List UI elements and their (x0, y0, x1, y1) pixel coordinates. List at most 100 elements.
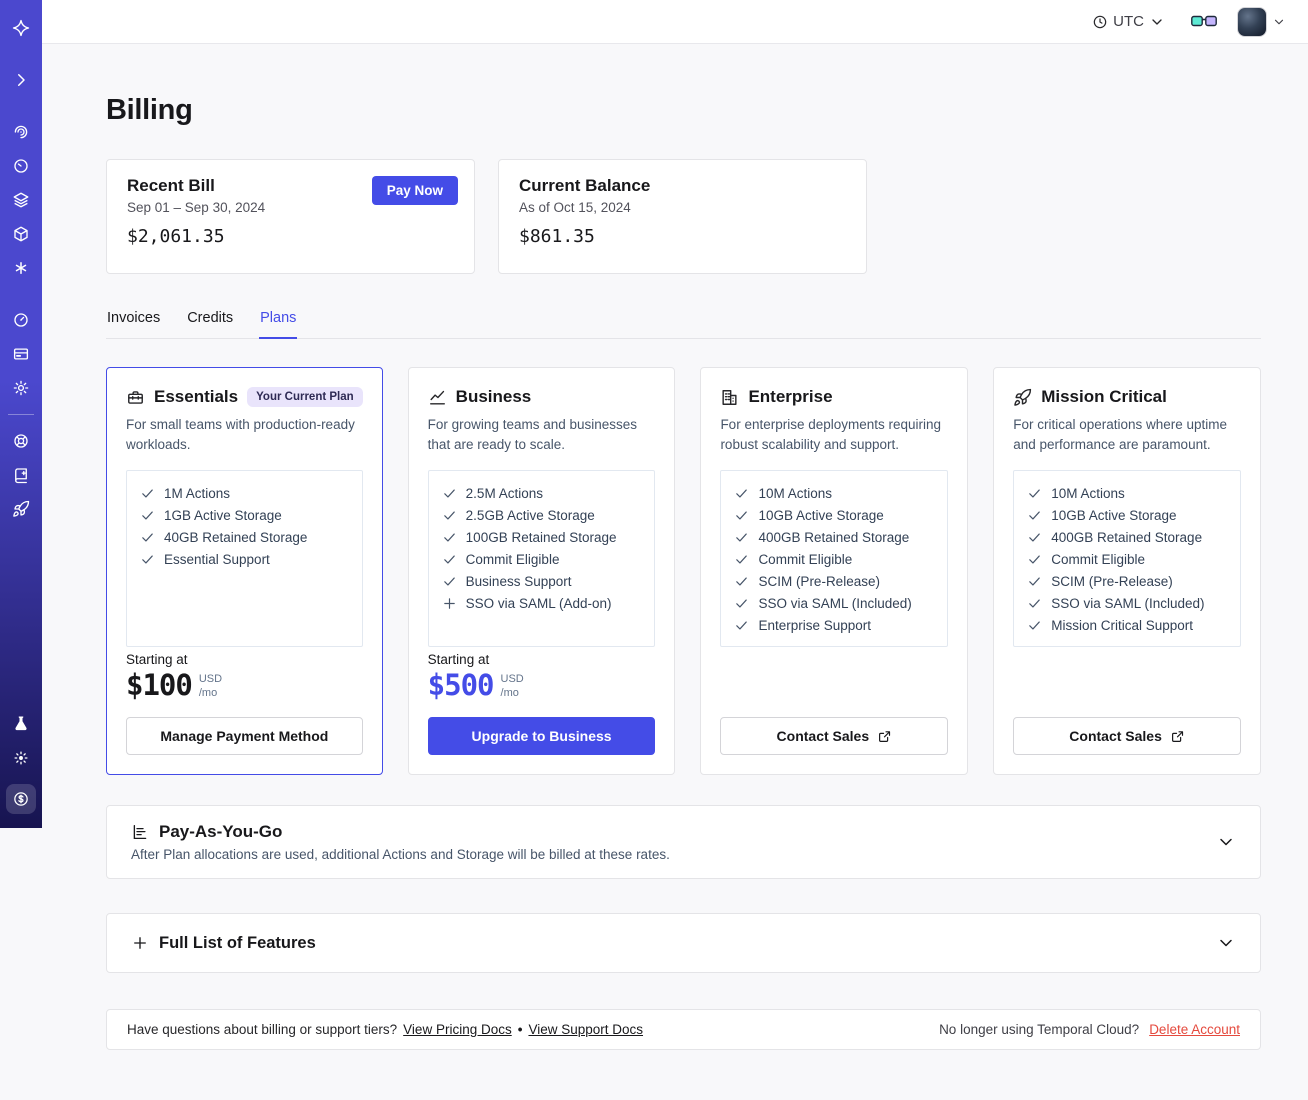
starting-at-label: Starting at (427, 652, 490, 667)
dollar-coin-icon[interactable] (6, 784, 36, 814)
nexus-star-icon[interactable] (7, 16, 35, 40)
rocket-icon (1014, 388, 1032, 406)
delete-account-link[interactable]: Delete Account (1149, 1022, 1240, 1037)
contact-sales-label: Contact Sales (776, 728, 870, 744)
billing-card-icon[interactable] (7, 342, 35, 366)
check-icon (1029, 599, 1040, 608)
feature-label: SSO via SAML (Included) (1051, 595, 1205, 611)
tab-plans[interactable]: Plans (259, 310, 298, 339)
sun-icon[interactable] (7, 746, 35, 770)
page-title: Billing (106, 94, 193, 126)
chevron-down-icon[interactable] (1216, 933, 1236, 953)
feature-label: 40GB Retained Storage (164, 529, 308, 545)
tab-credits[interactable]: Credits (186, 310, 234, 339)
upgrade-business-button[interactable]: Upgrade to Business (427, 717, 656, 755)
glasses-icon[interactable] (1191, 14, 1217, 29)
spiral-icon[interactable] (7, 120, 35, 144)
check-icon (142, 555, 153, 564)
summary-row: Recent Bill Sep 01 – Sep 30, 2024 $2,061… (106, 159, 1261, 274)
toolbox-icon (128, 390, 143, 404)
check-icon (142, 511, 153, 520)
contact-sales-button[interactable]: Contact Sales (1013, 717, 1241, 755)
manage-payment-button[interactable]: Manage Payment Method (126, 717, 363, 755)
plan-per: /mo (500, 687, 519, 700)
gear-icon[interactable] (7, 376, 35, 400)
gauge-icon[interactable] (7, 308, 35, 332)
check-icon (736, 511, 748, 520)
external-link-icon (879, 730, 891, 742)
tab-invoices[interactable]: Invoices (106, 310, 161, 339)
plan-description: For growing teams and businesses that ar… (427, 417, 638, 452)
cube-icon[interactable] (7, 222, 35, 246)
chart-line-icon (429, 390, 445, 405)
feature-label: 400GB Retained Storage (1051, 529, 1203, 545)
feature-label: 1M Actions (164, 485, 231, 501)
plan-name: Enterprise (748, 387, 833, 406)
plan-name: Business (455, 387, 532, 406)
timer-icon[interactable] (7, 154, 35, 178)
avatar[interactable] (1237, 6, 1267, 37)
check-icon (736, 489, 748, 498)
plan-name: Essentials (154, 387, 239, 406)
lifebuoy-icon[interactable] (7, 429, 35, 453)
layers-icon[interactable] (7, 188, 35, 212)
payg-accordion[interactable]: Pay-As-You-Go After Plan allocations are… (106, 805, 1261, 879)
chevron-right-icon[interactable] (7, 68, 35, 92)
book-icon[interactable] (7, 463, 35, 487)
timezone-selector[interactable]: UTC (1092, 13, 1165, 30)
feature-label: 100GB Retained Storage (465, 529, 617, 545)
feature-label: Business Support (465, 573, 572, 589)
feature-label: SCIM (Pre-Release) (1051, 573, 1173, 589)
feature-label: Mission Critical Support (1051, 617, 1194, 633)
check-icon (736, 577, 748, 586)
support-docs-link[interactable]: View Support Docs (528, 1022, 643, 1037)
check-icon (1029, 533, 1040, 542)
feature-list: 2.5M Actions 2.5GB Active Storage 100GB … (427, 469, 656, 647)
feature-label: SSO via SAML (Add-on) (465, 595, 612, 611)
pricing-docs-link[interactable]: View Pricing Docs (403, 1022, 512, 1037)
chevron-down-icon[interactable] (1216, 832, 1236, 852)
payg-subtitle: After Plan allocations are used, additio… (131, 847, 670, 862)
plans-grid: Essentials Your Current Plan For small t… (106, 367, 1261, 775)
full-features-title: Full List of Features (159, 933, 316, 952)
feature-list: 10M Actions 10GB Active Storage 400GB Re… (720, 469, 949, 647)
check-icon (443, 511, 455, 520)
plan-currency: USD (500, 673, 524, 685)
rocket-icon[interactable] (7, 497, 35, 521)
plan-card-essentials: Essentials Your Current Plan For small t… (106, 367, 383, 775)
asterisk-icon[interactable] (7, 256, 35, 280)
flask-icon[interactable] (7, 712, 35, 736)
plan-description: For critical operations where uptime and… (1013, 417, 1228, 452)
feature-label: 400GB Retained Storage (758, 529, 910, 545)
check-icon (142, 533, 153, 542)
building-icon (722, 389, 737, 405)
feature-label: 10GB Active Storage (758, 507, 884, 523)
current-balance-card: Current Balance As of Oct 15, 2024 $861.… (498, 159, 867, 274)
billing-tabs: Invoices Credits Plans (106, 310, 1261, 339)
plan-card-business: Business For growing teams and businesse… (407, 367, 676, 775)
sidebar-divider (8, 414, 34, 415)
plus-icon (443, 598, 455, 609)
current-balance-title: Current Balance (519, 176, 651, 195)
contact-sales-button[interactable]: Contact Sales (720, 717, 949, 755)
feature-label: Essential Support (164, 551, 270, 567)
current-balance-amount: $861.35 (519, 226, 595, 247)
check-icon (443, 533, 455, 542)
full-features-accordion[interactable]: Full List of Features (106, 913, 1261, 973)
bar-chart-icon (133, 824, 147, 840)
check-icon (443, 555, 455, 564)
chevron-down-icon[interactable] (1272, 15, 1286, 29)
delete-question: No longer using Temporal Cloud? (939, 1022, 1140, 1037)
sidebar (0, 0, 42, 828)
feature-label: Enterprise Support (758, 617, 871, 633)
check-icon (736, 621, 748, 630)
feature-label: SSO via SAML (Included) (758, 595, 912, 611)
feature-label: 2.5M Actions (465, 485, 543, 501)
current-balance-asof: As of Oct 15, 2024 (519, 200, 631, 215)
contact-sales-label: Contact Sales (1069, 728, 1162, 744)
feature-label: 10M Actions (758, 485, 832, 501)
check-icon (1029, 621, 1040, 630)
payg-title: Pay-As-You-Go (159, 822, 283, 841)
check-icon (736, 533, 748, 542)
pay-now-button[interactable]: Pay Now (371, 176, 458, 205)
